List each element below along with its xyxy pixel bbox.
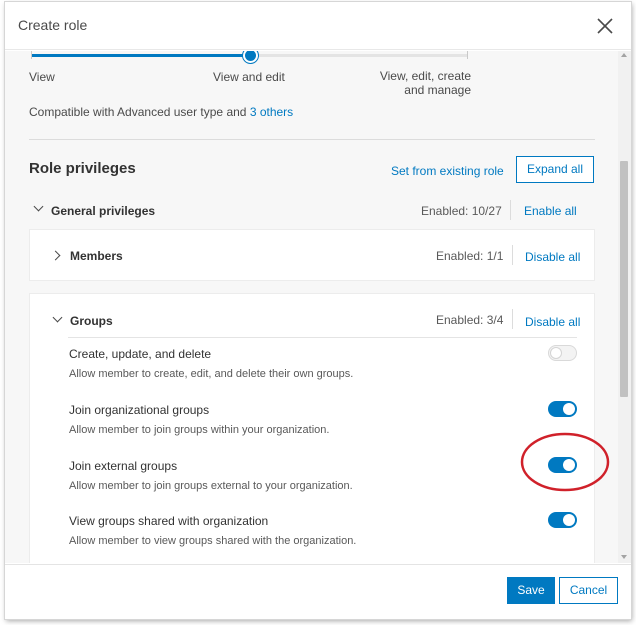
toggle-view-groups-shared[interactable] (548, 512, 577, 528)
dialog-title: Create role (18, 17, 88, 33)
general-privileges-label: General privileges (51, 204, 156, 218)
members-card[interactable]: Members Enabled: 1/1 Disable all (29, 229, 595, 281)
slider-label-full-line1: View, edit, create (379, 69, 471, 83)
privilege-title: Create, update, and delete (69, 347, 212, 361)
role-privileges-heading: Role privileges (29, 160, 136, 177)
toggle-knob (563, 459, 575, 471)
chevron-right-icon (50, 250, 61, 261)
privilege-description: Allow member to view groups shared with … (69, 535, 357, 547)
dialog-footer: Save Cancel (5, 564, 631, 619)
divider (29, 139, 595, 140)
privilege-description: Allow member to join groups external to … (69, 480, 353, 492)
slider-tick (467, 51, 468, 59)
groups-enabled-count: Enabled: 3/4 (436, 313, 504, 327)
groups-disable-all-link[interactable]: Disable all (525, 315, 580, 329)
compatibility-others-link[interactable]: 3 others (250, 105, 293, 119)
save-button[interactable]: Save (507, 577, 555, 604)
capability-slider-handle[interactable] (243, 51, 258, 63)
slider-tick (31, 51, 32, 59)
toggle-join-external-groups[interactable] (548, 457, 577, 473)
toggle-knob (563, 514, 575, 526)
set-from-existing-role-link[interactable]: Set from existing role (391, 164, 504, 178)
scroll-down-arrow-icon[interactable] (621, 555, 627, 559)
chevron-down-icon (33, 201, 44, 212)
members-enabled-count: Enabled: 1/1 (436, 249, 504, 263)
separator (512, 309, 513, 329)
privilege-description: Allow member to join groups within your … (69, 424, 330, 436)
chevron-down-icon[interactable] (52, 312, 63, 323)
scroll-up-arrow-icon[interactable] (621, 53, 627, 57)
privilege-title: Join external groups (69, 459, 178, 473)
privilege-title: View groups shared with organization (69, 514, 269, 528)
toggle-create-update-delete[interactable] (548, 345, 577, 361)
groups-label: Groups (70, 314, 113, 328)
enable-all-link[interactable]: Enable all (524, 204, 577, 218)
slider-label-view-and-edit: View and edit (213, 70, 285, 84)
general-enabled-count: Enabled: 10/27 (421, 204, 502, 218)
cancel-button[interactable]: Cancel (559, 577, 618, 604)
toggle-knob (550, 347, 562, 359)
dialog-body: View View and edit View, edit, create an… (5, 51, 631, 563)
groups-card: Groups Enabled: 3/4 Disable all Create, … (29, 293, 595, 563)
dialog-header: Create role (5, 2, 631, 50)
create-role-dialog: Create role View View and edit View, edi… (5, 2, 631, 619)
divider (68, 337, 577, 338)
general-privileges-row[interactable]: General privileges Enabled: 10/27 Enable… (29, 199, 595, 223)
toggle-join-organizational-groups[interactable] (548, 401, 577, 417)
separator (510, 200, 511, 220)
compatibility-text: Compatible with Advanced user type and (29, 105, 250, 119)
expand-all-button[interactable]: Expand all (516, 156, 594, 183)
capability-slider-fill (31, 54, 250, 57)
slider-label-full-line2: and manage (404, 83, 471, 97)
compatibility-note: Compatible with Advanced user type and 3… (29, 105, 293, 119)
slider-label-view: View (29, 70, 55, 84)
separator (512, 245, 513, 265)
toggle-knob (563, 403, 575, 415)
members-label: Members (70, 249, 123, 263)
members-disable-all-link[interactable]: Disable all (525, 250, 580, 264)
close-icon[interactable] (594, 15, 616, 37)
privilege-title: Join organizational groups (69, 403, 210, 417)
scrollbar-thumb[interactable] (620, 161, 628, 397)
privilege-description: Allow member to create, edit, and delete… (69, 368, 354, 380)
